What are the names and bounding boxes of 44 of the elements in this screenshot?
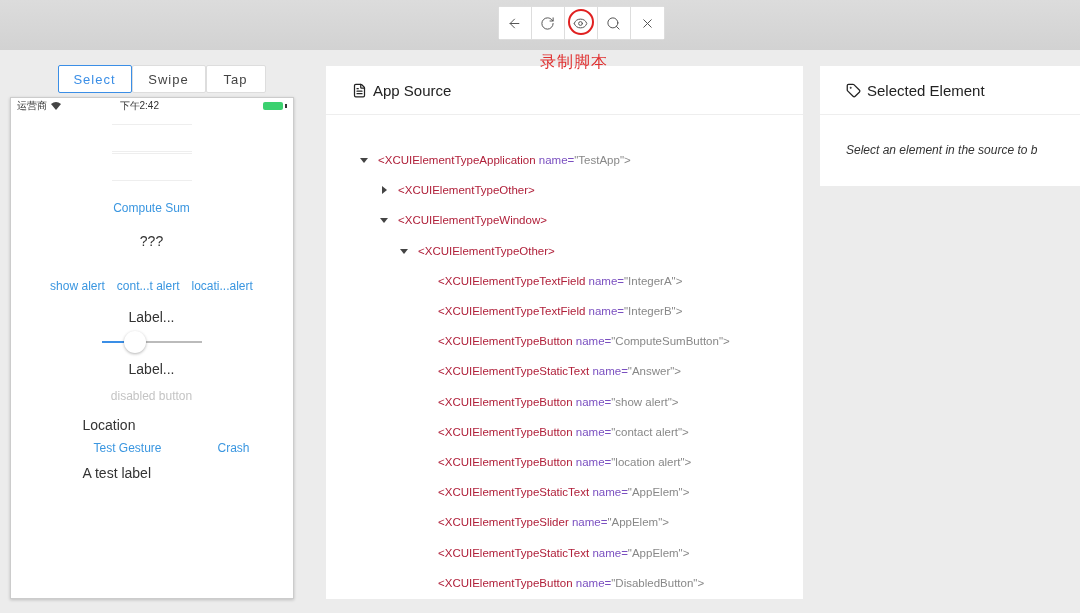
annotation-text: 录制脚本 [540,52,608,72]
caret-icon[interactable] [360,156,368,165]
panel-title: App Source [373,81,452,99]
tree-node-label[interactable]: <XCUIElementTypeTextField name="IntegerA"> [438,274,683,287]
caret-icon[interactable] [380,186,388,195]
time-label: 下午2:42 [119,99,159,113]
mode-tab[interactable]: Tap [205,65,266,93]
caret-icon[interactable] [400,246,408,255]
document-icon [352,82,367,98]
tree-node-label[interactable]: <XCUIElementTypeButton name="show alert"> [438,395,679,408]
caret-icon[interactable] [380,216,388,225]
eye-icon [573,15,588,31]
tree-node-label[interactable]: <XCUIElementTypeOther> [398,184,535,197]
tree-node-label[interactable]: <XCUIElementTypeStaticText name="AppElem"> [438,486,690,499]
slider-thumb[interactable] [123,331,146,353]
back-icon [507,15,522,31]
tree-node-label[interactable]: <XCUIElementTypeSlider name="AppElem"> [438,516,669,529]
tree-node-label[interactable]: <XCUIElementTypeButton name="ComputeSumButton"> [438,335,730,348]
back-button[interactable] [498,7,532,39]
text-label: Label... [128,309,175,325]
tree-node-label[interactable]: <XCUIElementTypeTextField name="IntegerB"> [438,305,683,318]
mode-tab[interactable]: Swipe [131,65,206,93]
tree-node-label[interactable]: <XCUIElementTypeStaticText name="Answer"> [438,365,682,378]
text-label: Label... [128,361,175,377]
text-label: A test label [82,465,151,481]
tree-node-label[interactable]: <XCUIElementTypeWindow> [398,214,547,227]
search-icon [606,15,621,31]
tree-node-label[interactable]: <XCUIElementTypeButton name="location alert"> [438,455,692,468]
tree-node-label[interactable]: <XCUIElementTypeButton name="contact alert"> [438,425,689,438]
highlight-circle [567,9,594,35]
carrier-label: 运营商 [16,99,47,113]
tree-node-label[interactable]: <XCUIElementTypeStaticText name="AppElem"> [438,546,690,559]
battery-icon [262,102,287,110]
text-label: Location [82,417,136,433]
tree-node-label[interactable]: <XCUIElementTypeButton name="DisabledButton"> [438,576,705,589]
text-label: ??? [139,233,164,249]
hint-text: Select an element in the source to b [845,142,1039,157]
panel-title: Selected Element [867,81,985,99]
tree-node-label[interactable]: <XCUIElementTypeApplication name="TestApp"> [378,154,631,167]
tag-icon [846,82,861,98]
mode-tab[interactable]: Select [57,65,132,93]
tree-node-label[interactable]: <XCUIElementTypeOther> [418,244,555,257]
wifi-icon [50,102,61,110]
refresh-icon [540,15,555,31]
